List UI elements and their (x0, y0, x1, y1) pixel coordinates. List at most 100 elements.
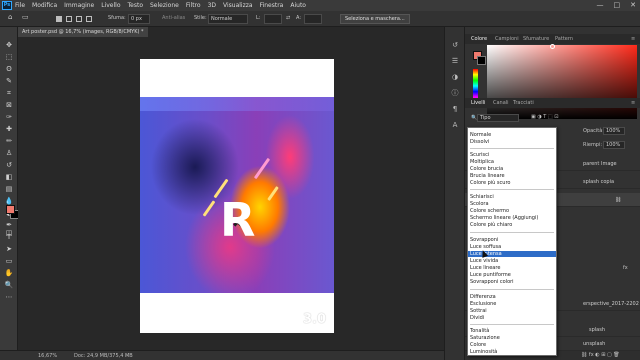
intersect-selection-icon[interactable] (86, 16, 92, 22)
tab-campioni[interactable]: Campioni (495, 36, 519, 42)
layer-filter-select[interactable]: Tipo (477, 114, 519, 122)
clone-stamp-tool-icon[interactable]: ♙ (4, 149, 14, 158)
eraser-tool-icon[interactable]: ◧ (4, 173, 14, 182)
blend-option-sottrai[interactable]: Sottrai (470, 308, 487, 314)
menu-livello[interactable]: Livello (101, 2, 120, 9)
filter-icons[interactable]: ▣ ◑ T ⬚ ⊡ (531, 114, 558, 120)
path-selection-tool-icon[interactable]: ➤ (4, 245, 14, 254)
paragraph-panel-icon[interactable]: ¶ (450, 105, 460, 114)
photoshop-logo-icon[interactable]: Ps (2, 1, 12, 10)
style-select[interactable]: Normale (208, 14, 248, 24)
blend-option-tonalita[interactable]: Tonalità (470, 328, 489, 334)
gradient-tool-icon[interactable]: ▤ (4, 185, 14, 194)
color-picker-handle[interactable] (550, 44, 555, 49)
document-info[interactable]: Doc: 24,9 MB/375,4 MB (74, 353, 133, 359)
layers-footer-icons[interactable]: ⛓ fx ◐ ⊞ ▢ 🗑 (581, 352, 620, 358)
menu-selezione[interactable]: Selezione (150, 2, 179, 9)
blend-option-saturazione[interactable]: Saturazione (470, 335, 500, 341)
blend-option-differenza[interactable]: Differenza (470, 294, 496, 300)
height-input[interactable] (304, 14, 322, 24)
blend-option-colore[interactable]: Colore (470, 342, 486, 348)
width-input[interactable] (264, 14, 282, 24)
blend-option-normale[interactable]: Normale (470, 132, 491, 138)
blend-option-brucia-lineare[interactable]: Brucia lineare (470, 173, 505, 179)
info-panel-icon[interactable]: ⓘ (450, 89, 460, 98)
blend-option-scurisci[interactable]: Scurisci (470, 152, 489, 158)
panel-menu-icon[interactable]: ≡ (631, 36, 635, 42)
poster-canvas[interactable]: ✖ R 3.0 (140, 59, 334, 333)
blend-mode-dropdown[interactable]: Normale Dissolvi Scurisci Moltiplica Col… (467, 127, 557, 356)
blend-option-moltiplica[interactable]: Moltiplica (470, 159, 494, 165)
blend-option-luce-lineare[interactable]: Luce lineare (470, 265, 500, 271)
feather-input[interactable]: 0 px (128, 14, 150, 24)
quick-select-tool-icon[interactable]: ✎ (4, 77, 14, 86)
lasso-tool-icon[interactable]: ʘ (4, 65, 14, 74)
menu-visualizza[interactable]: Visualizza (223, 2, 253, 9)
document-tab[interactable]: Art poster.psd @ 16,7% (images, RGB/8/CM… (18, 27, 148, 37)
anti-alias-checkbox[interactable]: Anti-alias (162, 15, 185, 21)
blend-option-luce-puntiforme[interactable]: Luce puntiforme (470, 272, 511, 278)
blend-option-sovrapponi[interactable]: Sovrapponi (470, 237, 498, 243)
maximize-icon[interactable]: □ (614, 1, 621, 9)
blend-option-schiarisci[interactable]: Schiarisci (470, 194, 494, 200)
foreground-color-swatch[interactable] (6, 205, 15, 214)
menu-aiuto[interactable]: Aiuto (290, 2, 306, 9)
blend-option-scolora[interactable]: Scolora (470, 201, 489, 207)
tab-tracciati[interactable]: Tracciati (513, 100, 534, 106)
menu-modifica[interactable]: Modifica (32, 2, 57, 9)
tab-colore[interactable]: Colore (471, 36, 487, 42)
shape-tool-icon[interactable]: ▭ (4, 257, 14, 266)
select-and-mask-button[interactable]: Seleziona e maschera... (340, 14, 410, 24)
tab-sfumature[interactable]: Sfumature (523, 36, 549, 42)
status-arrow-icon[interactable]: › (126, 353, 128, 359)
menu-filtro[interactable]: Filtro (186, 2, 201, 9)
layer-link-icon[interactable]: ⛓ (615, 197, 621, 203)
blend-option-sovrapponi-colori[interactable]: Sovrapponi colori (470, 279, 514, 285)
blend-option-dividi[interactable]: Dividi (470, 315, 484, 321)
tab-canali[interactable]: Canali (493, 100, 509, 106)
eyedropper-tool-icon[interactable]: ✑ (4, 113, 14, 122)
subtract-selection-icon[interactable] (76, 16, 82, 22)
menu-file[interactable]: File (15, 2, 25, 9)
properties-panel-icon[interactable]: ☰ (450, 57, 460, 66)
home-icon[interactable]: ⌂ (8, 13, 12, 21)
quick-mask-icon[interactable]: ◫ (4, 229, 14, 238)
character-panel-icon[interactable]: A (450, 121, 460, 130)
blend-option-esclusione[interactable]: Esclusione (470, 301, 496, 307)
tab-pattern[interactable]: Pattern (555, 36, 573, 42)
opacity-input[interactable]: 100% (603, 127, 625, 135)
healing-brush-tool-icon[interactable]: ✚ (4, 125, 14, 134)
more-tools-icon[interactable]: ⋯ (4, 293, 14, 302)
zoom-level[interactable]: 16,67% (38, 353, 57, 359)
swap-icon[interactable]: ⇄ (286, 15, 290, 21)
marquee-tool-preset-icon[interactable]: ▭ (22, 13, 29, 21)
blend-option-luminosita[interactable]: Luminosità (470, 349, 497, 355)
history-panel-icon[interactable]: ↺ (450, 41, 460, 50)
blend-option-colore-schermo[interactable]: Colore schermo (470, 208, 509, 214)
menu-immagine[interactable]: Immagine (64, 2, 94, 9)
tab-livelli[interactable]: Livelli (471, 100, 485, 106)
add-selection-icon[interactable] (66, 16, 72, 22)
move-tool-icon[interactable]: ✥ (4, 41, 14, 50)
blend-option-schermo-lineare[interactable]: Schermo lineare (Aggiungi) (470, 215, 538, 221)
crop-tool-icon[interactable]: ⌗ (4, 89, 14, 98)
blend-option-colore-brucia[interactable]: Colore brucia (470, 166, 503, 172)
frame-tool-icon[interactable]: ⊠ (4, 101, 14, 110)
layer-fx-label[interactable]: fx (623, 265, 628, 271)
close-icon[interactable]: ✕ (630, 1, 636, 9)
blend-option-colore-piu-chiaro[interactable]: Colore più chiaro (470, 222, 512, 228)
layers-menu-icon[interactable]: ≡ (631, 100, 635, 106)
zoom-tool-icon[interactable]: 🔍 (4, 281, 14, 290)
new-selection-icon[interactable] (56, 16, 62, 22)
hand-tool-icon[interactable]: ✋ (4, 269, 14, 278)
blend-option-colore-piu-scuro[interactable]: Colore più scuro (470, 180, 510, 186)
fill-input[interactable]: 100% (603, 141, 625, 149)
marquee-tool-icon[interactable]: ⬚ (4, 53, 14, 62)
menu-3d[interactable]: 3D (208, 2, 216, 9)
blend-option-dissolvi[interactable]: Dissolvi (470, 139, 489, 145)
blend-option-luce-vivida[interactable]: Luce vivida (470, 258, 498, 264)
adjustments-panel-icon[interactable]: ◑ (450, 73, 460, 82)
minimize-icon[interactable]: — (597, 1, 604, 9)
history-brush-tool-icon[interactable]: ↺ (4, 161, 14, 170)
panel-background-swatch[interactable] (477, 56, 486, 65)
